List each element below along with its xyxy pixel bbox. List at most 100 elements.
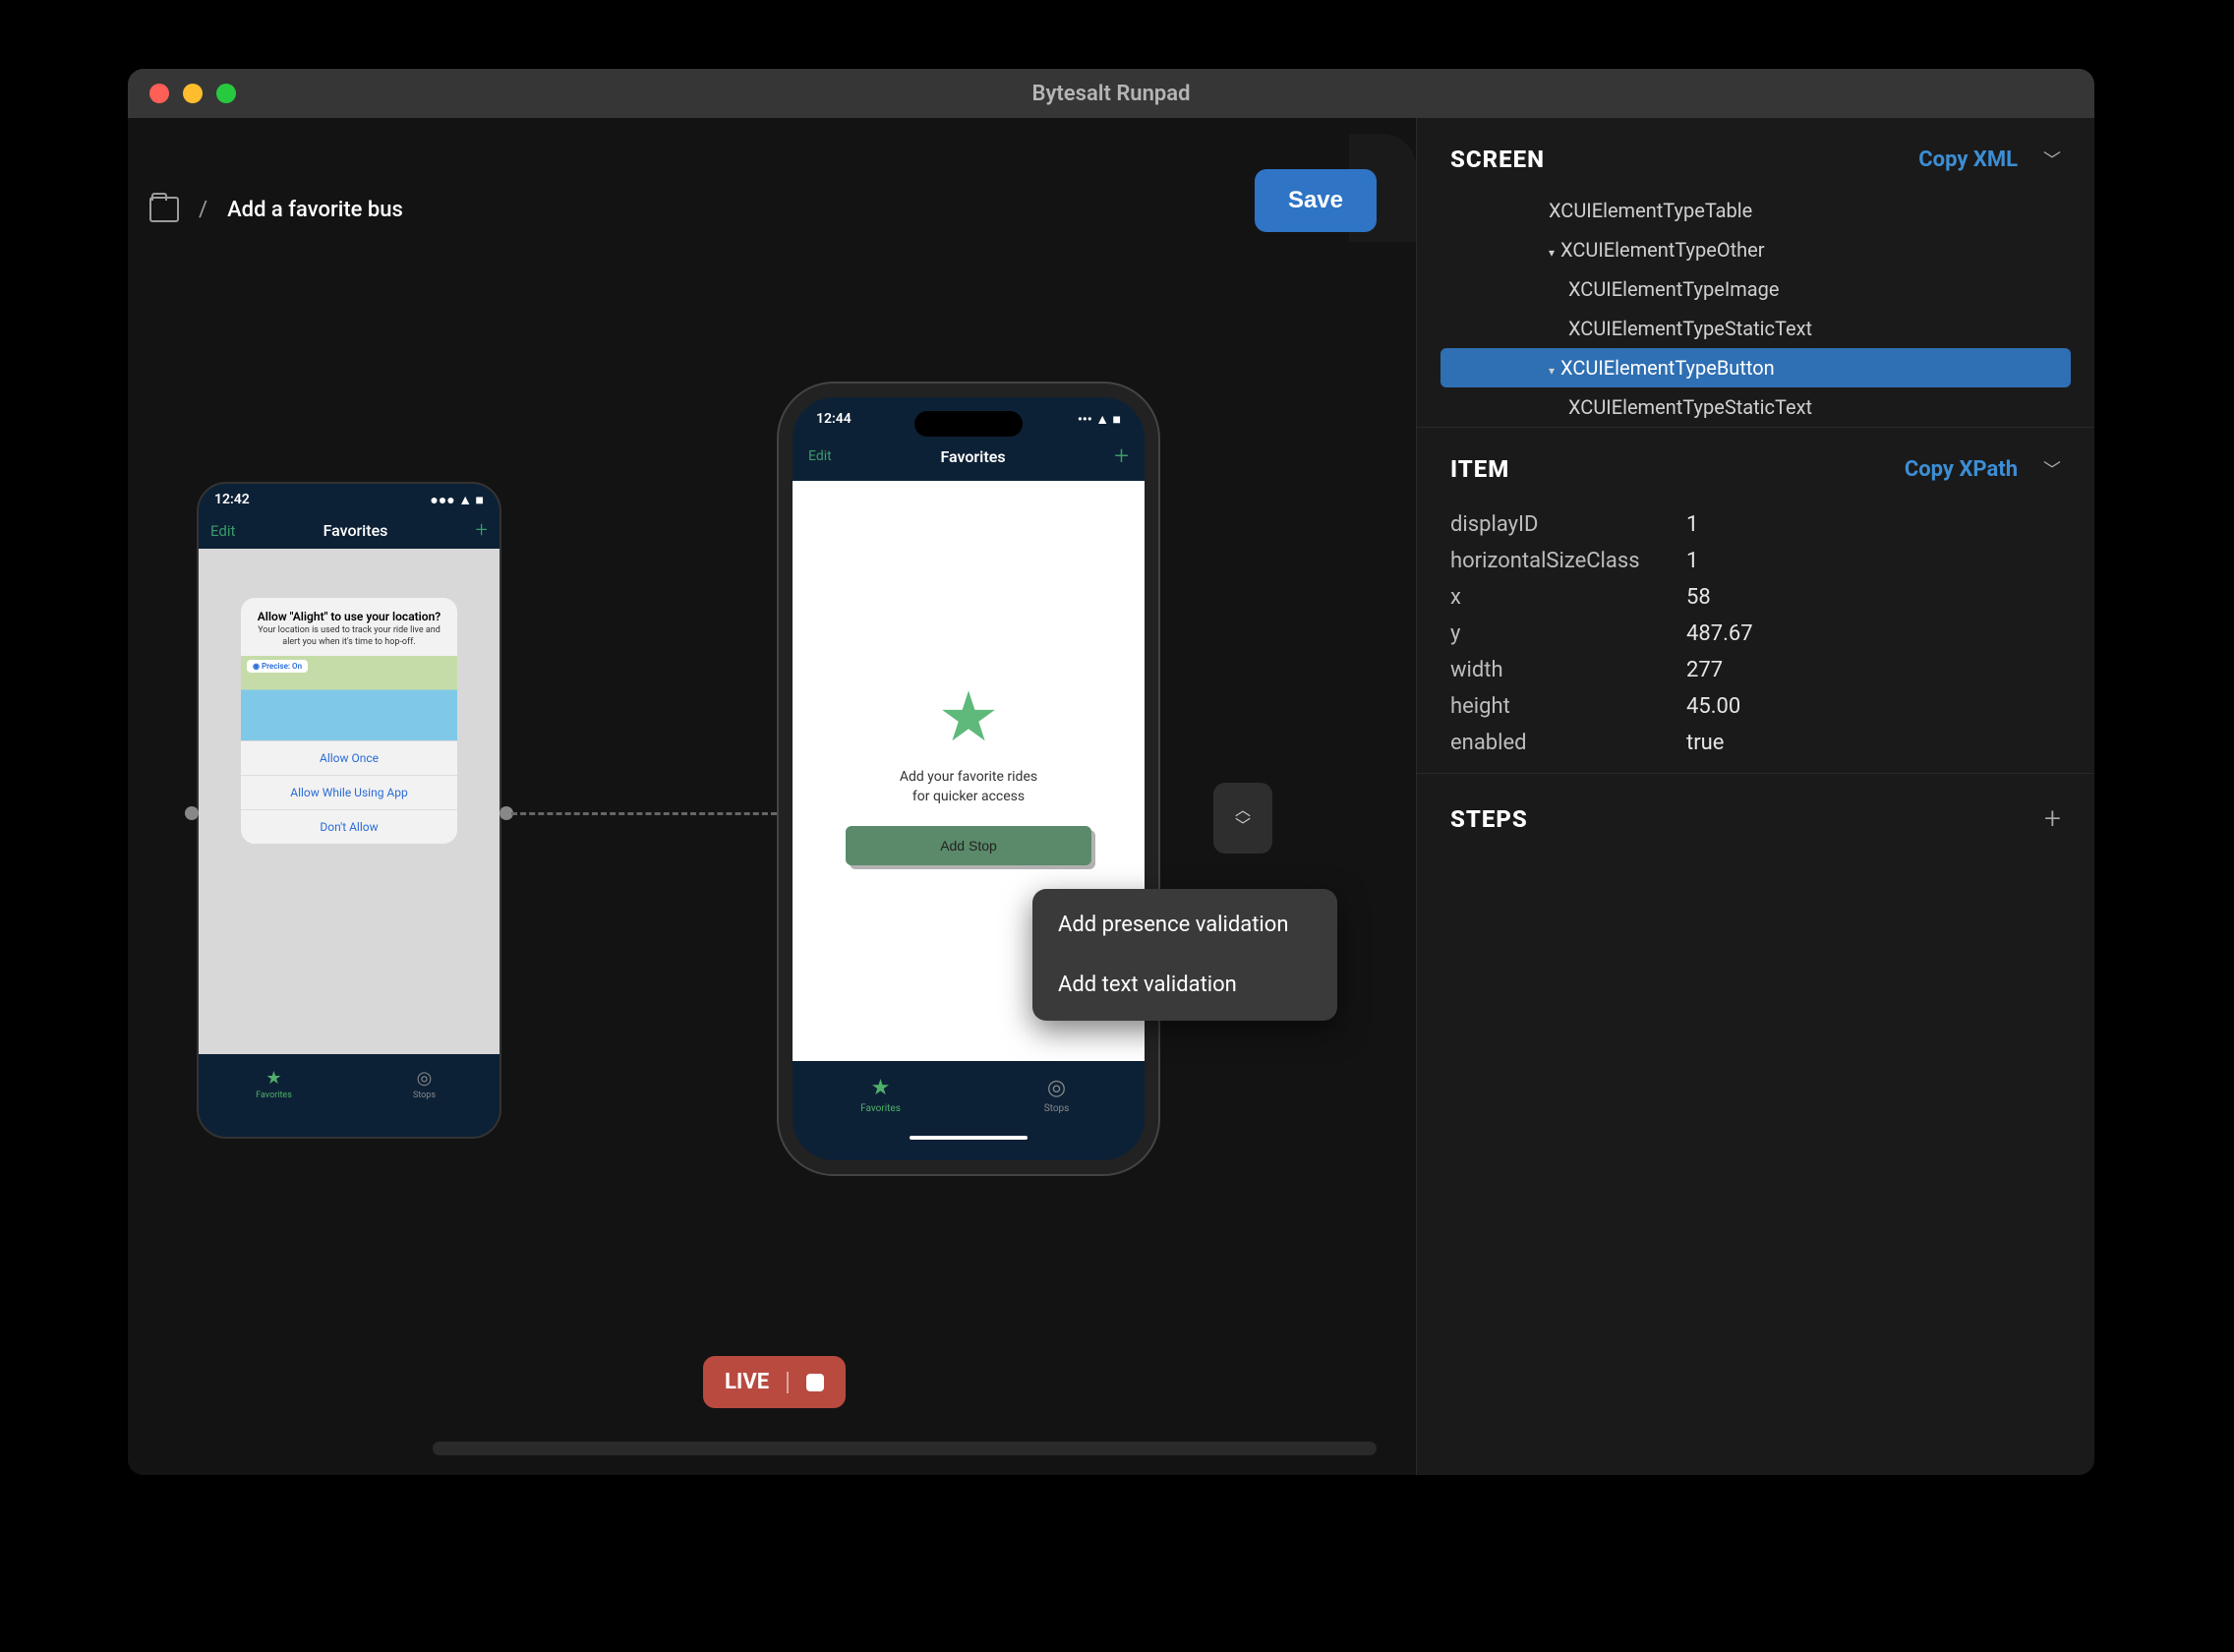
copy-xml-button[interactable]: Copy XML [1918, 148, 2018, 172]
steps-panel [1417, 854, 2094, 1475]
chevron-down-icon[interactable]: ﹀ [2043, 460, 2061, 481]
property-row: enabledtrue [1450, 725, 2061, 761]
edit-button[interactable]: Edit [210, 522, 235, 540]
separator [787, 1372, 789, 1393]
breadcrumb: Add a favorite bus [227, 198, 403, 222]
live-indicator[interactable]: LIVE [703, 1356, 846, 1408]
star-icon: ★ [938, 677, 1000, 758]
plus-icon[interactable]: + [476, 518, 488, 543]
copy-xpath-button[interactable]: Copy XPath [1905, 457, 2018, 482]
item-panel-header: ITEM Copy XPath ﹀ [1417, 428, 2094, 501]
tree-row[interactable]: XCUIElementTypeTable [1440, 191, 2071, 230]
traffic-lights [149, 84, 236, 103]
tab-bar: ★ Favorites ◎ Stops [793, 1061, 1145, 1128]
close-icon[interactable] [149, 84, 169, 103]
folder-icon[interactable] [149, 197, 179, 222]
breadcrumb-separator: / [199, 198, 207, 222]
titlebar: Bytesalt Runpad [128, 69, 2094, 118]
steps-panel-header: STEPS + [1417, 774, 2094, 854]
canvas[interactable]: / Add a favorite bus Save 12:42 ●●● ▲ ■ … [128, 118, 1416, 1475]
empty-line2: for quicker access [912, 789, 1025, 804]
dynamic-island [914, 411, 1023, 437]
status-time: 12:44 [816, 411, 852, 428]
alert-option-dont-allow[interactable]: Don't Allow [241, 809, 457, 844]
star-icon: ★ [871, 1076, 891, 1100]
alert-desc: Your location is used to track your ride… [241, 625, 457, 656]
properties-list: displayID1horizontalSizeClass1x58y487.67… [1417, 501, 2094, 773]
flow-edge [511, 812, 777, 815]
target-icon: ◎ [1047, 1076, 1066, 1100]
empty-line1: Add your favorite rides [900, 769, 1037, 785]
tab-label: Stops [413, 1091, 436, 1100]
window-body: / Add a favorite bus Save 12:42 ●●● ▲ ■ … [128, 118, 2094, 1475]
tab-favorites[interactable]: ★ Favorites [199, 1054, 349, 1113]
scrollbar-thumb[interactable] [433, 1442, 999, 1455]
live-label: LIVE [725, 1370, 769, 1394]
stop-icon[interactable] [806, 1374, 824, 1391]
element-tree[interactable]: XCUIElementTypeTable▾XCUIElementTypeOthe… [1417, 191, 2094, 427]
tab-stops[interactable]: ◎ Stops [969, 1061, 1145, 1128]
reorder-button[interactable]: ︿ ﹀ [1213, 783, 1272, 854]
property-row: y487.67 [1450, 616, 2061, 652]
menu-item-presence[interactable]: Add presence validation [1032, 895, 1337, 955]
status-icons: ●●● ▲ ■ [430, 492, 484, 508]
panel-title: STEPS [1450, 805, 1528, 833]
chevron-down-icon[interactable]: ﹀ [2043, 150, 2061, 171]
tree-row[interactable]: XCUIElementTypeStaticText [1440, 309, 2071, 348]
property-row: horizontalSizeClass1 [1450, 543, 2061, 579]
precise-badge: ◉ Precise: On [247, 660, 308, 673]
canvas-header: / Add a favorite bus [149, 197, 403, 222]
tree-row[interactable]: XCUIElementTypeImage [1440, 269, 2071, 309]
nav-bar: Edit Favorites + [793, 432, 1145, 481]
empty-text: Add your favorite rides for quicker acce… [900, 768, 1037, 806]
add-step-button[interactable]: + [2044, 801, 2061, 836]
fullscreen-icon[interactable] [216, 84, 236, 103]
context-menu: Add presence validation Add text validat… [1032, 889, 1337, 1021]
status-time: 12:42 [214, 492, 250, 508]
tab-favorites[interactable]: ★ Favorites [793, 1061, 969, 1128]
edit-button[interactable]: Edit [808, 448, 832, 464]
alert-map: ◉ Precise: On [241, 656, 457, 740]
tab-label: Favorites [860, 1103, 901, 1114]
alert-backdrop: Allow "Alight" to use your location? You… [199, 549, 500, 1054]
inspector-sidebar: SCREEN Copy XML ﹀ XCUIElementTypeTable▾X… [1416, 118, 2094, 1475]
status-bar: 12:42 ●●● ▲ ■ [199, 484, 500, 512]
home-indicator [793, 1128, 1145, 1148]
chevron-down-icon: ﹀ [1235, 818, 1251, 834]
star-icon: ★ [265, 1068, 281, 1089]
tab-label: Favorites [256, 1091, 292, 1100]
minimize-icon[interactable] [183, 84, 203, 103]
tree-row[interactable]: ▾XCUIElementTypeButton [1440, 348, 2071, 387]
property-row: displayID1 [1450, 506, 2061, 543]
tab-bar: ★ Favorites ◎ Stops [199, 1054, 500, 1113]
app-window: Bytesalt Runpad / Add a favorite bus Sav… [128, 69, 2094, 1475]
status-icons: ••• ▲ ■ [1078, 411, 1121, 428]
property-row: width277 [1450, 652, 2061, 688]
location-alert: Allow "Alight" to use your location? You… [241, 598, 457, 844]
tree-row[interactable]: XCUIElementTypeStaticText [1440, 387, 2071, 427]
nav-title: Favorites [323, 521, 388, 540]
phone-mock-live[interactable]: 12:44 ••• ▲ ■ Edit Favorites + ★ Add you… [779, 384, 1158, 1174]
alert-option-allow-once[interactable]: Allow Once [241, 740, 457, 775]
save-button[interactable]: Save [1255, 169, 1377, 232]
nav-bar: Edit Favorites + [199, 512, 500, 549]
alert-title: Allow "Alight" to use your location? [241, 598, 457, 625]
tab-stops[interactable]: ◎ Stops [349, 1054, 500, 1113]
panel-title: ITEM [1450, 455, 1509, 483]
nav-title: Favorites [940, 447, 1005, 466]
property-row: height45.00 [1450, 688, 2061, 725]
screen-panel-header: SCREEN Copy XML ﹀ [1417, 118, 2094, 191]
node-handle[interactable] [185, 806, 199, 820]
property-row: x58 [1450, 579, 2061, 616]
target-icon: ◎ [417, 1068, 433, 1089]
phone-mock-1[interactable]: 12:42 ●●● ▲ ■ Edit Favorites + Allow "Al… [197, 482, 501, 1139]
tree-row[interactable]: ▾XCUIElementTypeOther [1440, 230, 2071, 269]
plus-icon[interactable]: + [1114, 442, 1129, 471]
menu-item-text[interactable]: Add text validation [1032, 955, 1337, 1015]
window-title: Bytesalt Runpad [128, 82, 2094, 106]
horizontal-scrollbar[interactable] [433, 1442, 1377, 1455]
alert-option-allow-while[interactable]: Allow While Using App [241, 775, 457, 809]
tab-label: Stops [1044, 1103, 1070, 1114]
add-stop-button[interactable]: Add Stop [846, 826, 1091, 865]
panel-title: SCREEN [1450, 146, 1545, 173]
